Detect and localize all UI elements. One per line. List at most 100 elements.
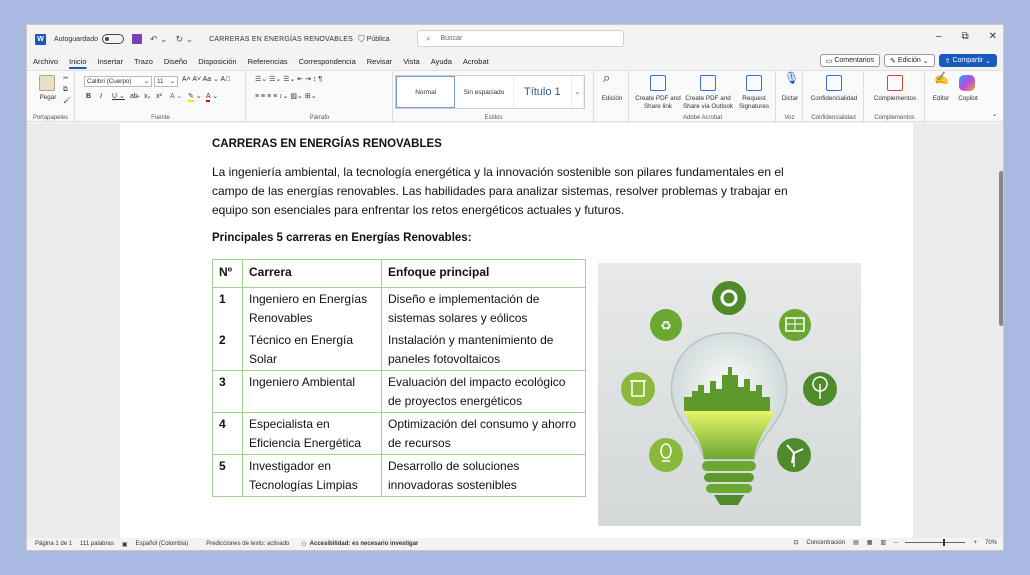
svg-text:♻: ♻ [660, 319, 672, 334]
styles-more-icon[interactable]: ⌄ [572, 76, 584, 108]
style-heading-1[interactable]: Título 1 [514, 76, 572, 108]
editor-label[interactable]: Editor [930, 95, 952, 103]
minimize-icon[interactable]: – [936, 31, 942, 42]
font-color-icon[interactable]: A ⌄ [206, 93, 218, 102]
proofing-icon[interactable]: ▣ [122, 541, 128, 548]
paste-icon[interactable] [39, 75, 55, 91]
document-title[interactable]: CARRERAS EN ENERGÍAS RENOVABLES [209, 36, 353, 43]
share-button[interactable]: ⇪ Compartir ⌄ [938, 54, 997, 67]
editing-button[interactable]: ✎ Edición ⌄ [884, 54, 935, 67]
microphone-icon[interactable]: 🎙 [784, 72, 799, 84]
create-pdf-icon[interactable] [650, 75, 666, 91]
cut-icon[interactable]: ✂ [63, 75, 68, 83]
strikethrough-icon[interactable]: ab̶ [130, 93, 138, 101]
voice-group-label: Voz [784, 115, 795, 121]
menu-actions: ▭ Comentarios ✎ Edición ⌄ ⇪ Compartir ⌄ [819, 54, 997, 67]
zoom-slider-thumb[interactable] [943, 539, 946, 546]
close-icon[interactable]: ✕ [989, 31, 997, 42]
visibility-label[interactable]: Pública [367, 36, 390, 43]
addins-icon[interactable] [887, 75, 903, 91]
vertical-scrollbar[interactable] [997, 123, 1003, 540]
zoom-in-icon[interactable]: + [973, 540, 977, 546]
create-pdf-outlook-label[interactable]: Create PDF and Share via Outlook [682, 95, 734, 111]
document-canvas: CARRERAS EN ENERGÍAS RENOVABLES La ingen… [27, 123, 1003, 540]
format-painter-icon[interactable]: 🖌 [63, 97, 71, 105]
scrollbar-thumb[interactable] [999, 171, 1003, 326]
language-status[interactable]: Español (Colombia) [136, 541, 189, 547]
underline-icon[interactable]: U ⌄ [112, 93, 125, 101]
subscript-icon[interactable]: x₂ [144, 93, 150, 101]
style-normal[interactable]: Normal [396, 76, 456, 108]
tab-ayuda[interactable]: Ayuda [427, 57, 456, 66]
tab-acrobat[interactable]: Acrobat [459, 57, 493, 66]
accessibility-status[interactable]: Accesibilidad: es necesario investigar [310, 541, 419, 547]
autosave-label: Autoguardado [54, 35, 98, 43]
grow-font-icon[interactable]: A˄ A˅ Aa ⌄ A⃠ [182, 76, 230, 84]
bold-icon[interactable]: B [86, 93, 91, 101]
table-row: 2 Técnico en Energía Solar Instalación y… [212, 329, 586, 371]
align-icons[interactable]: ≡ ≡ ≡ ≡ ↕⌄ ▨⌄ ⊞⌄ [255, 93, 317, 101]
row-career: Investigador en Tecnologías Limpias [242, 454, 382, 497]
tab-insertar[interactable]: Insertar [94, 57, 127, 66]
search-box[interactable]: ⌕ Buscar [417, 30, 624, 47]
table-header: Enfoque principal [381, 259, 586, 288]
ribbon-collapse-icon[interactable]: ⌄ [992, 111, 997, 119]
zoom-out-icon[interactable]: – [894, 540, 897, 546]
confidentiality-label[interactable]: Confidencialidad [806, 95, 862, 103]
create-pdf-label[interactable]: Create PDF and Share link [634, 95, 682, 111]
careers-table: Nº Carrera Enfoque principal 1 Ingeniero… [212, 259, 586, 497]
copilot-label[interactable]: Copilot [954, 95, 982, 103]
italic-icon[interactable]: I [100, 93, 102, 101]
font-size-select[interactable]: 11 ⌄ [154, 76, 178, 87]
dictate-label[interactable]: Dictar [778, 95, 802, 103]
request-signatures-label[interactable]: Request Signatures [734, 95, 774, 111]
find-icon[interactable]: ⌕ [603, 71, 610, 84]
document-page[interactable]: CARRERAS EN ENERGÍAS RENOVABLES La ingen… [120, 123, 913, 540]
create-pdf-outlook-icon[interactable] [700, 75, 716, 91]
tab-revisar[interactable]: Revisar [363, 57, 396, 66]
superscript-icon[interactable]: x² [156, 93, 162, 101]
tab-inicio[interactable]: Inicio [65, 57, 91, 66]
sensitivity-icon[interactable] [826, 75, 842, 91]
undo-icon[interactable]: ↶ ⌄ [150, 34, 168, 45]
search-icon: ⌕ [426, 33, 431, 43]
signature-icon[interactable] [746, 75, 762, 91]
word-count[interactable]: 111 palabras [80, 541, 114, 547]
tab-disposicion[interactable]: Disposición [194, 57, 240, 66]
renewable-energy-illustration[interactable]: ♻ [598, 263, 861, 526]
web-layout-icon[interactable]: ▥ [880, 539, 886, 546]
copilot-icon[interactable] [959, 75, 975, 91]
print-layout-icon[interactable]: ▦ [867, 539, 873, 546]
text-effects-icon[interactable]: A ⌄ [170, 93, 182, 101]
font-name-select[interactable]: Calibri (Cuerpo) ⌄ [84, 76, 152, 87]
tab-referencias[interactable]: Referencias [244, 57, 292, 66]
zoom-slider[interactable] [905, 539, 966, 546]
tab-diseno[interactable]: Diseño [160, 57, 191, 66]
editing-group: ⌕ Edición [595, 71, 629, 123]
styles-gallery: Normal Sin espaciado Título 1 ⌄ [395, 75, 585, 109]
restore-icon[interactable]: ⧉ [961, 31, 968, 42]
paste-label[interactable]: Pegar [33, 94, 63, 102]
comments-button[interactable]: ▭ Comentarios [819, 54, 881, 67]
edition-label[interactable]: Edición [597, 95, 627, 103]
tab-vista[interactable]: Vista [399, 57, 424, 66]
bullets-icon[interactable]: ☰⌄ ☰⌄ ☰⌄ ⇤ ⇥ ↕ ¶ [255, 76, 322, 84]
tab-correspondencia[interactable]: Correspondencia [295, 57, 360, 66]
tab-archivo[interactable]: Archivo [29, 57, 62, 66]
editor-icon[interactable]: ✍ [934, 72, 949, 84]
addins-label[interactable]: Complementos [867, 95, 923, 103]
highlight-icon[interactable]: ✎ ⌄ [188, 93, 202, 102]
autosave-toggle[interactable] [101, 34, 124, 44]
search-input[interactable]: Buscar [440, 35, 462, 42]
style-no-spacing[interactable]: Sin espaciado [455, 76, 514, 108]
zoom-level[interactable]: 70% [985, 540, 997, 546]
copy-icon[interactable]: ⧉ [63, 86, 68, 94]
page-count[interactable]: Página 1 de 1 [35, 541, 72, 547]
text-predictions-status[interactable]: Predicciones de texto: activado [206, 541, 289, 547]
read-mode-icon[interactable]: ▤ [853, 539, 859, 546]
redo-icon[interactable]: ↻ ⌄ [176, 34, 194, 45]
tab-trazo[interactable]: Trazo [130, 57, 157, 66]
chevron-down-icon: ⌄ [983, 57, 991, 65]
focus-mode[interactable]: Concentración [806, 540, 845, 546]
save-icon[interactable] [131, 34, 142, 44]
